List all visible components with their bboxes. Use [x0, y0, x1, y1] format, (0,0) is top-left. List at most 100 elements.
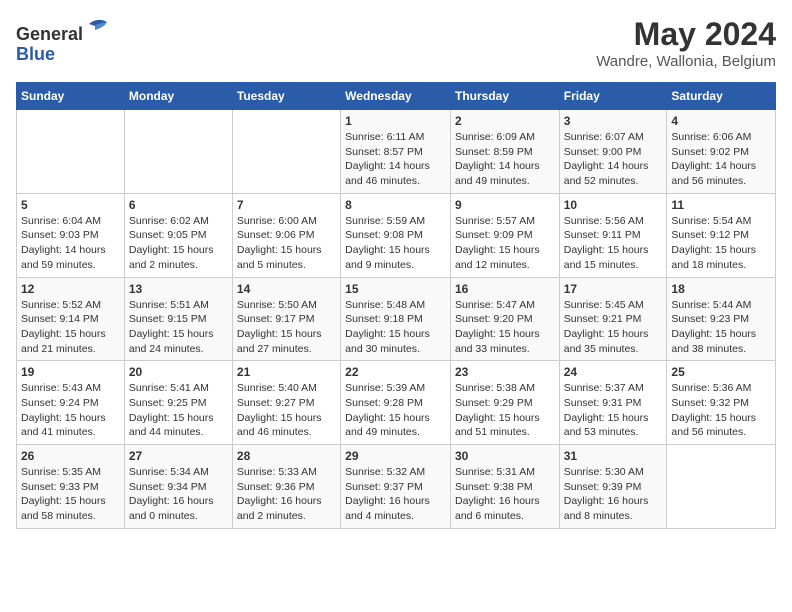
day-info: Sunrise: 5:36 AM Sunset: 9:32 PM Dayligh… — [671, 381, 771, 440]
calendar-cell: 16 Sunrise: 5:47 AM Sunset: 9:20 PM Dayli… — [450, 277, 559, 361]
day-info: Sunrise: 5:35 AM Sunset: 9:33 PM Dayligh… — [21, 465, 120, 524]
day-info: Sunrise: 5:38 AM Sunset: 9:29 PM Dayligh… — [455, 381, 555, 440]
calendar-cell — [232, 110, 340, 194]
calendar-cell: 28Sunrise: 5:33 AM Sunset: 9:36 PM Dayli… — [232, 445, 340, 529]
calendar-cell: 29 Sunrise: 5:32 AM Sunset: 9:37 PM Dayli… — [341, 445, 451, 529]
calendar-cell: 17 Sunrise: 5:45 AM Sunset: 9:21 PM Dayli… — [559, 277, 667, 361]
day-info: Sunrise: 5:47 AM Sunset: 9:20 PM Dayligh… — [455, 298, 555, 357]
day-number: 13 — [129, 282, 228, 296]
calendar-cell — [667, 445, 776, 529]
calendar-cell: 7Sunrise: 6:00 AM Sunset: 9:06 PM Daylig… — [232, 193, 340, 277]
day-number: 12 — [21, 282, 120, 296]
page-title: May 2024 — [596, 16, 776, 53]
calendar-cell: 21Sunrise: 5:40 AM Sunset: 9:27 PM Dayli… — [232, 361, 340, 445]
day-info: Sunrise: 6:07 AM Sunset: 9:00 PM Dayligh… — [564, 130, 663, 189]
weekday-header-row: SundayMondayTuesdayWednesdayThursdayFrid… — [17, 83, 776, 110]
logo-bird-icon — [85, 16, 109, 40]
page-header: General Blue May 2024 Wandre, Wallonia, … — [16, 16, 776, 70]
day-info: Sunrise: 5:52 AM Sunset: 9:14 PM Dayligh… — [21, 298, 120, 357]
title-block: May 2024 Wandre, Wallonia, Belgium — [596, 16, 776, 70]
weekday-header-friday: Friday — [559, 83, 667, 110]
day-info: Sunrise: 5:41 AM Sunset: 9:25 PM Dayligh… — [129, 381, 228, 440]
weekday-header-monday: Monday — [124, 83, 232, 110]
day-info: Sunrise: 6:11 AM Sunset: 8:57 PM Dayligh… — [345, 130, 446, 189]
calendar-week-2: 5Sunrise: 6:04 AM Sunset: 9:03 PM Daylig… — [17, 193, 776, 277]
calendar-cell: 6 Sunrise: 6:02 AM Sunset: 9:05 PM Daylig… — [124, 193, 232, 277]
day-number: 5 — [21, 198, 120, 212]
page-subtitle: Wandre, Wallonia, Belgium — [596, 53, 776, 70]
day-number: 17 — [564, 282, 663, 296]
calendar-cell: 10 Sunrise: 5:56 AM Sunset: 9:11 PM Dayli… — [559, 193, 667, 277]
day-number: 10 — [564, 198, 663, 212]
day-number: 18 — [671, 282, 771, 296]
day-number: 8 — [345, 198, 446, 212]
calendar-cell: 25 Sunrise: 5:36 AM Sunset: 9:32 PM Dayli… — [667, 361, 776, 445]
day-info: Sunrise: 5:59 AM Sunset: 9:08 PM Dayligh… — [345, 214, 446, 273]
day-info: Sunrise: 5:39 AM Sunset: 9:28 PM Dayligh… — [345, 381, 446, 440]
day-number: 24 — [564, 365, 663, 379]
calendar-cell: 9Sunrise: 5:57 AM Sunset: 9:09 PM Daylig… — [450, 193, 559, 277]
day-info: Sunrise: 5:45 AM Sunset: 9:21 PM Dayligh… — [564, 298, 663, 357]
day-number: 29 — [345, 449, 446, 463]
day-number: 14 — [237, 282, 336, 296]
day-info: Sunrise: 5:44 AM Sunset: 9:23 PM Dayligh… — [671, 298, 771, 357]
day-info: Sunrise: 6:09 AM Sunset: 8:59 PM Dayligh… — [455, 130, 555, 189]
day-number: 22 — [345, 365, 446, 379]
calendar-cell: 20 Sunrise: 5:41 AM Sunset: 9:25 PM Dayli… — [124, 361, 232, 445]
day-info: Sunrise: 5:43 AM Sunset: 9:24 PM Dayligh… — [21, 381, 120, 440]
calendar-cell: 8 Sunrise: 5:59 AM Sunset: 9:08 PM Daylig… — [341, 193, 451, 277]
weekday-header-sunday: Sunday — [17, 83, 125, 110]
calendar-cell: 15 Sunrise: 5:48 AM Sunset: 9:18 PM Dayli… — [341, 277, 451, 361]
weekday-header-saturday: Saturday — [667, 83, 776, 110]
day-number: 19 — [21, 365, 120, 379]
day-info: Sunrise: 5:40 AM Sunset: 9:27 PM Dayligh… — [237, 381, 336, 440]
day-number: 20 — [129, 365, 228, 379]
day-number: 23 — [455, 365, 555, 379]
day-info: Sunrise: 5:37 AM Sunset: 9:31 PM Dayligh… — [564, 381, 663, 440]
day-number: 11 — [671, 198, 771, 212]
weekday-header-tuesday: Tuesday — [232, 83, 340, 110]
calendar-cell: 23 Sunrise: 5:38 AM Sunset: 9:29 PM Dayli… — [450, 361, 559, 445]
day-info: Sunrise: 5:50 AM Sunset: 9:17 PM Dayligh… — [237, 298, 336, 357]
day-number: 7 — [237, 198, 336, 212]
calendar-cell: 19 Sunrise: 5:43 AM Sunset: 9:24 PM Dayli… — [17, 361, 125, 445]
calendar-cell: 14 Sunrise: 5:50 AM Sunset: 9:17 PM Dayli… — [232, 277, 340, 361]
logo-blue: Blue — [16, 44, 55, 64]
calendar-cell: 22 Sunrise: 5:39 AM Sunset: 9:28 PM Dayli… — [341, 361, 451, 445]
calendar-cell: 1Sunrise: 6:11 AM Sunset: 8:57 PM Daylig… — [341, 110, 451, 194]
calendar-week-3: 12 Sunrise: 5:52 AM Sunset: 9:14 PM Dayli… — [17, 277, 776, 361]
calendar-cell: 27 Sunrise: 5:34 AM Sunset: 9:34 PM Dayli… — [124, 445, 232, 529]
day-info: Sunrise: 5:57 AM Sunset: 9:09 PM Dayligh… — [455, 214, 555, 273]
day-number: 31 — [564, 449, 663, 463]
day-info: Sunrise: 5:33 AM Sunset: 9:36 PM Dayligh… — [237, 465, 336, 524]
day-number: 30 — [455, 449, 555, 463]
calendar-week-1: 1Sunrise: 6:11 AM Sunset: 8:57 PM Daylig… — [17, 110, 776, 194]
day-number: 25 — [671, 365, 771, 379]
weekday-header-wednesday: Wednesday — [341, 83, 451, 110]
day-number: 4 — [671, 114, 771, 128]
calendar-cell: 30Sunrise: 5:31 AM Sunset: 9:38 PM Dayli… — [450, 445, 559, 529]
day-number: 16 — [455, 282, 555, 296]
calendar-cell: 5Sunrise: 6:04 AM Sunset: 9:03 PM Daylig… — [17, 193, 125, 277]
calendar-cell: 31Sunrise: 5:30 AM Sunset: 9:39 PM Dayli… — [559, 445, 667, 529]
day-info: Sunrise: 5:34 AM Sunset: 9:34 PM Dayligh… — [129, 465, 228, 524]
calendar-cell — [124, 110, 232, 194]
day-number: 26 — [21, 449, 120, 463]
calendar-cell: 24 Sunrise: 5:37 AM Sunset: 9:31 PM Dayli… — [559, 361, 667, 445]
day-number: 15 — [345, 282, 446, 296]
day-number: 2 — [455, 114, 555, 128]
calendar-cell — [17, 110, 125, 194]
day-info: Sunrise: 6:06 AM Sunset: 9:02 PM Dayligh… — [671, 130, 771, 189]
day-number: 6 — [129, 198, 228, 212]
day-info: Sunrise: 6:02 AM Sunset: 9:05 PM Dayligh… — [129, 214, 228, 273]
day-info: Sunrise: 5:48 AM Sunset: 9:18 PM Dayligh… — [345, 298, 446, 357]
calendar-cell: 13 Sunrise: 5:51 AM Sunset: 9:15 PM Dayli… — [124, 277, 232, 361]
calendar-cell: 2 Sunrise: 6:09 AM Sunset: 8:59 PM Daylig… — [450, 110, 559, 194]
calendar-cell: 26 Sunrise: 5:35 AM Sunset: 9:33 PM Dayli… — [17, 445, 125, 529]
day-number: 27 — [129, 449, 228, 463]
day-info: Sunrise: 5:32 AM Sunset: 9:37 PM Dayligh… — [345, 465, 446, 524]
day-info: Sunrise: 5:56 AM Sunset: 9:11 PM Dayligh… — [564, 214, 663, 273]
day-info: Sunrise: 5:51 AM Sunset: 9:15 PM Dayligh… — [129, 298, 228, 357]
calendar-week-5: 26 Sunrise: 5:35 AM Sunset: 9:33 PM Dayli… — [17, 445, 776, 529]
calendar-cell: 12 Sunrise: 5:52 AM Sunset: 9:14 PM Dayli… — [17, 277, 125, 361]
